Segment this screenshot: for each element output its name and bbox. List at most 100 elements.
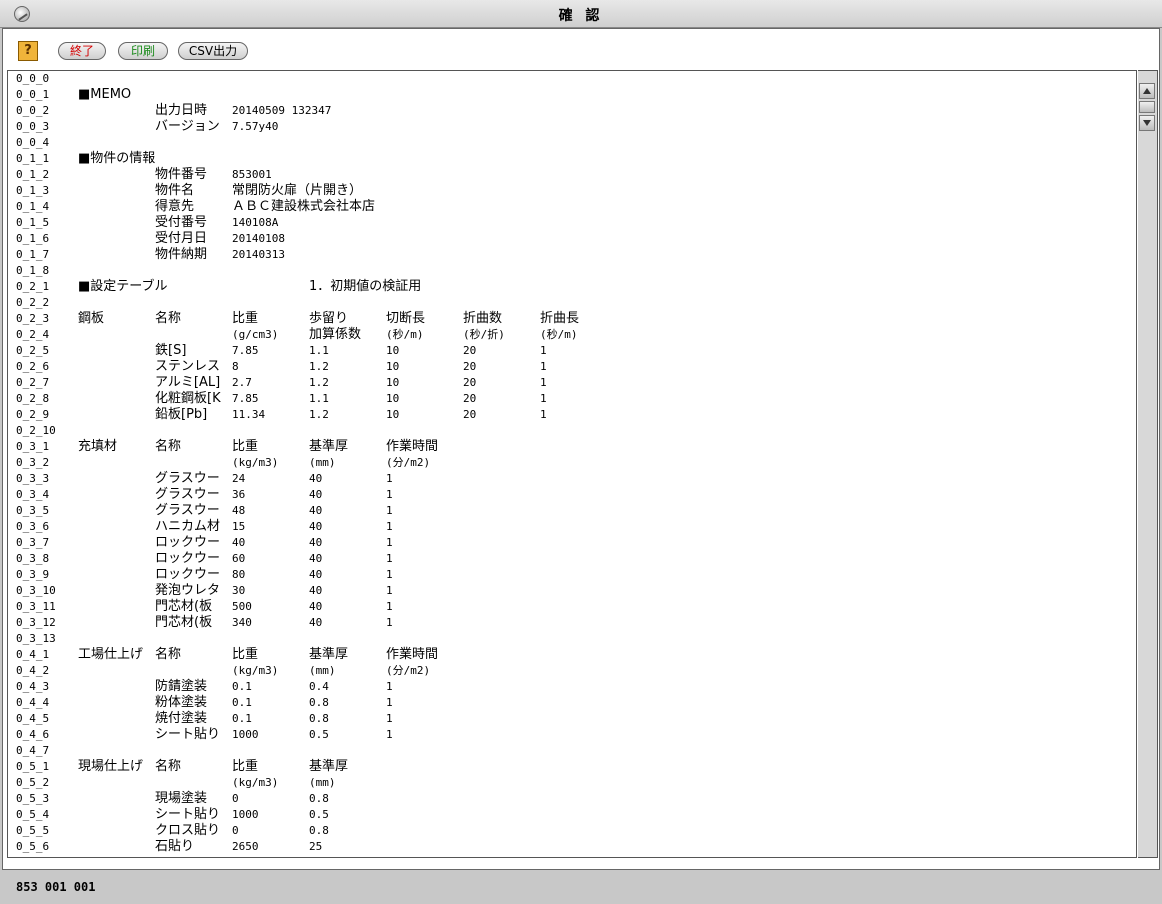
line-cell: 粉体塗装 xyxy=(155,695,208,710)
line-cell: 7.57y40 xyxy=(232,120,279,133)
report-line: 0_1_1 ■物件の情報 xyxy=(8,151,1136,167)
report-line: 0_3_4 グラスウー 36 40 1 xyxy=(8,487,1136,503)
report-view[interactable]: 0_0_0 0_0_1 ■MEMO 0_0_2 出力日時 20140509 132347 0… xyxy=(7,70,1137,858)
line-cell: 0.5 xyxy=(309,808,329,821)
line-cell: 基準厚 xyxy=(309,759,349,774)
line-cell: 1 xyxy=(386,616,393,629)
report-line: 0_0_4 xyxy=(8,135,1136,151)
exit-button[interactable]: 終了 xyxy=(58,42,106,60)
line-cell: (秒/折) xyxy=(463,328,505,341)
report-line: 0_1_5 受付番号 140108A xyxy=(8,215,1136,231)
line-cell: 石貼り xyxy=(155,839,195,854)
help-button[interactable]: ? xyxy=(18,41,38,61)
line-cell: 853001 xyxy=(232,168,272,181)
arrow-down-icon xyxy=(1143,120,1151,126)
report-line: 0_1_3 物件名 常閉防火扉（片開き） xyxy=(8,183,1136,199)
line-cell: 40 xyxy=(309,536,323,549)
line-cell: ■設定テーブル xyxy=(78,279,168,294)
print-button[interactable]: 印刷 xyxy=(118,42,168,60)
line-cell: 折曲数 xyxy=(463,311,503,326)
line-cell: 7.85 xyxy=(232,392,259,405)
vertical-scrollbar[interactable] xyxy=(1138,70,1158,858)
line-cell: 1 xyxy=(386,472,393,485)
line-cell: 11.34 xyxy=(232,408,266,421)
line-id: 0_1_4 xyxy=(16,200,50,213)
report-line: 0_3_12 門芯材(板 340 40 1 xyxy=(8,615,1136,631)
line-id: 0_2_10 xyxy=(16,424,56,437)
line-id: 0_4_4 xyxy=(16,696,50,709)
report-line: 0_2_1 ■設定テーブル 1．初期値の検証用 xyxy=(8,279,1136,295)
line-cell: 0.8 xyxy=(309,712,329,725)
line-cell: 基準厚 xyxy=(309,647,349,662)
line-cell: ■物件の情報 xyxy=(78,151,156,166)
line-cell: 0.5 xyxy=(309,728,329,741)
scroll-up-button[interactable] xyxy=(1139,83,1155,99)
line-cell: ハニカム材 xyxy=(155,519,221,534)
line-cell: 名称 xyxy=(155,439,182,454)
report-line: 0_4_5 焼付塗装 0.1 0.8 1 xyxy=(8,711,1136,727)
line-cell: 500 xyxy=(232,600,252,613)
line-cell: 20 xyxy=(463,376,477,389)
report-line: 0_3_6 ハニカム材 15 40 1 xyxy=(8,519,1136,535)
line-cell: 1 xyxy=(386,488,393,501)
report-line: 0_1_8 xyxy=(8,263,1136,279)
line-cell: 切断長 xyxy=(386,311,426,326)
line-cell: 1 xyxy=(540,408,547,421)
line-cell: 比重 xyxy=(232,311,259,326)
line-cell: 加算係数 xyxy=(309,327,362,342)
report-line: 0_2_3 鋼板 名称 比重 歩留り 切断長 折曲数 折曲長 xyxy=(8,311,1136,327)
line-id: 0_5_6 xyxy=(16,840,50,853)
line-cell: グラスウー xyxy=(155,487,220,502)
line-cell: 40 xyxy=(309,472,323,485)
line-cell: 常閉防火扉（片開き） xyxy=(232,183,363,198)
report-line: 0_1_6 受付月日 20140108 xyxy=(8,231,1136,247)
line-cell: 7.85 xyxy=(232,344,259,357)
line-id: 0_3_11 xyxy=(16,600,56,613)
line-cell: 1.2 xyxy=(309,376,329,389)
line-cell: 比重 xyxy=(232,759,259,774)
csv-export-button[interactable]: CSV出力 xyxy=(178,42,248,60)
report-line: 0_2_8 化粧鋼板[K 7.85 1.1 10 20 1 xyxy=(8,391,1136,407)
line-cell: (mm) xyxy=(309,456,336,469)
line-cell: グラスウー xyxy=(155,471,220,486)
line-id: 0_3_7 xyxy=(16,536,50,549)
line-cell: 40 xyxy=(232,536,246,549)
report-line: 0_0_3 バージョン 7.57y40 xyxy=(8,119,1136,135)
line-cell: (秒/m) xyxy=(540,328,578,341)
line-cell: (mm) xyxy=(309,776,336,789)
line-id: 0_5_4 xyxy=(16,808,50,821)
line-cell: 10 xyxy=(386,376,400,389)
line-id: 0_2_1 xyxy=(16,280,50,293)
report-line: 0_0_1 ■MEMO xyxy=(8,87,1136,103)
report-line: 0_4_1 工場仕上げ 名称 比重 基準厚 作業時間 xyxy=(8,647,1136,663)
report-line: 0_3_3 グラスウー 24 40 1 xyxy=(8,471,1136,487)
line-cell: 門芯材(板 xyxy=(155,599,213,614)
line-id: 0_4_5 xyxy=(16,712,50,725)
line-cell: 0.8 xyxy=(309,792,329,805)
line-cell: 1.2 xyxy=(309,408,329,421)
report-line: 0_1_7 物件納期 20140313 xyxy=(8,247,1136,263)
line-cell: 受付月日 xyxy=(155,231,208,246)
line-id: 0_3_5 xyxy=(16,504,50,517)
line-id: 0_2_2 xyxy=(16,296,50,309)
scroll-down-button[interactable] xyxy=(1139,115,1155,131)
scroll-thumb[interactable] xyxy=(1139,101,1155,113)
line-cell: 0 xyxy=(232,824,239,837)
report-line: 0_2_2 xyxy=(8,295,1136,311)
line-cell: 発泡ウレタ xyxy=(155,583,221,598)
report-line: 0_5_5 クロス貼り 0 0.8 xyxy=(8,823,1136,839)
line-cell: 40 xyxy=(309,616,323,629)
line-cell: 出力日時 xyxy=(155,103,208,118)
line-id: 0_3_2 xyxy=(16,456,50,469)
report-line: 0_3_10 発泡ウレタ 30 40 1 xyxy=(8,583,1136,599)
title-bar: 確 認 xyxy=(0,0,1162,28)
line-id: 0_4_6 xyxy=(16,728,50,741)
line-cell: (分/m2) xyxy=(386,456,431,469)
report-line: 0_3_8 ロックウー 60 40 1 xyxy=(8,551,1136,567)
line-id: 0_2_3 xyxy=(16,312,50,325)
line-cell: 鉄[S] xyxy=(155,343,187,358)
report-line: 0_0_2 出力日時 20140509 132347 xyxy=(8,103,1136,119)
line-cell: 1.2 xyxy=(309,360,329,373)
line-cell: 得意先 xyxy=(155,199,195,214)
report-line: 0_1_4 得意先 ＡＢＣ建設株式会社本店 xyxy=(8,199,1136,215)
